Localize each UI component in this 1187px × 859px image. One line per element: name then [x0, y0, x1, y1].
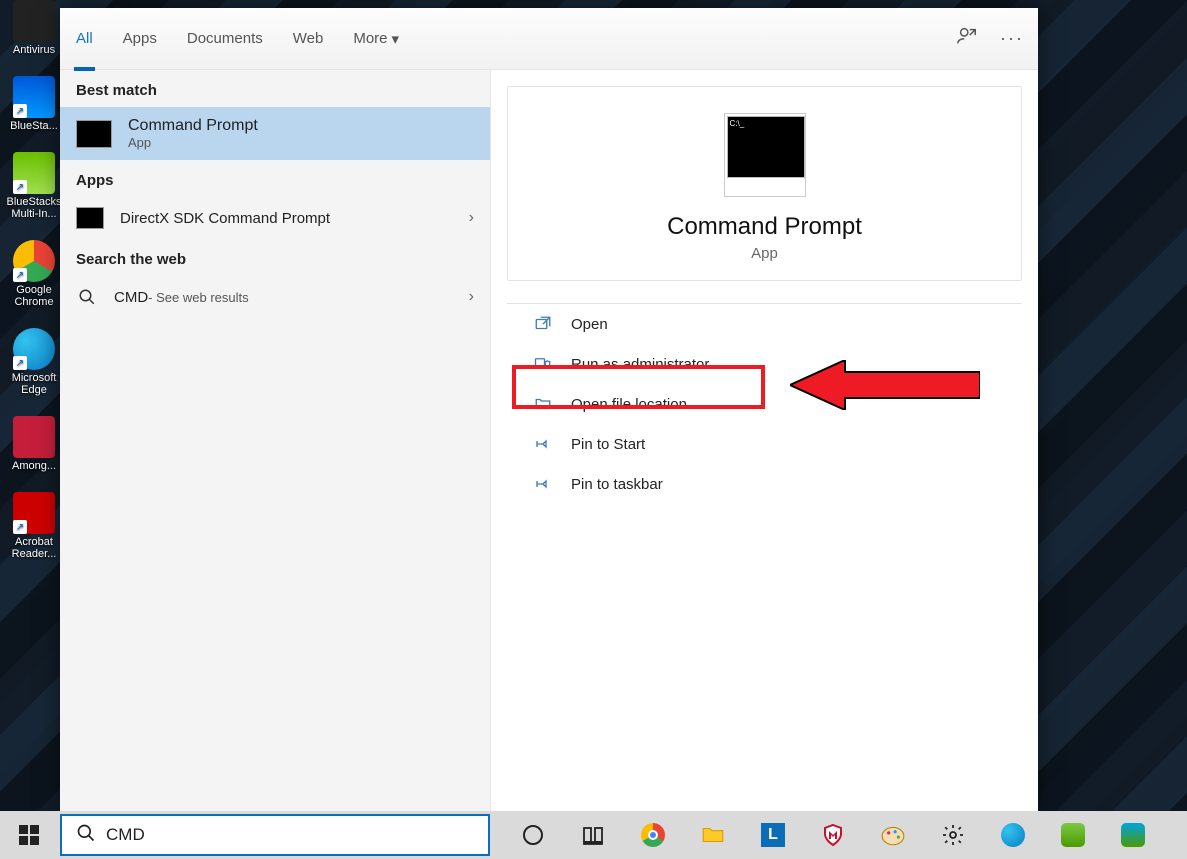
edge-icon[interactable] — [998, 820, 1028, 850]
search-icon — [76, 823, 96, 848]
details-actions: Open Run as administrator Open file loca… — [507, 303, 1022, 504]
action-pin-to-taskbar[interactable]: Pin to taskbar — [507, 464, 1022, 504]
tab-web[interactable]: Web — [291, 8, 326, 70]
search-web-header: Search the web — [60, 239, 490, 276]
desktop-icon-column: Antivirus ↗ BlueSta... ↗ BlueStacks Mult… — [8, 0, 60, 580]
desktop-icon-label: BlueSta... — [10, 120, 58, 132]
pin-icon — [533, 434, 553, 454]
shield-icon — [533, 354, 553, 374]
desktop-icon-bluestacks[interactable]: ↗ BlueSta... — [8, 76, 60, 132]
result-title: DirectX SDK Command Prompt — [120, 210, 330, 227]
desktop-icon-label: BlueStacks Multi-In... — [6, 196, 61, 220]
action-label: Pin to taskbar — [571, 476, 663, 493]
windows-logo-icon — [19, 825, 39, 845]
desktop-icon-amongus[interactable]: Among... — [8, 416, 60, 472]
result-subtitle: App — [128, 135, 258, 150]
desktop-icon-acrobat[interactable]: ↗ Acrobat Reader... — [8, 492, 60, 560]
tab-documents[interactable]: Documents — [185, 8, 265, 70]
cmd-thumb-icon — [76, 207, 104, 229]
search-tabs: All Apps Documents Web More ▾ ··· — [60, 8, 1038, 70]
folder-icon — [533, 394, 553, 414]
mcafee-icon[interactable] — [818, 820, 848, 850]
file-explorer-icon[interactable] — [698, 820, 728, 850]
apps-header: Apps — [60, 160, 490, 197]
search-results-list: Best match Command Prompt App Apps Direc… — [60, 70, 490, 811]
search-input[interactable] — [106, 825, 474, 845]
tab-all[interactable]: All — [74, 8, 95, 70]
chevron-right-icon: › — [469, 288, 474, 306]
details-card: C:\_ Command Prompt App — [507, 86, 1022, 281]
best-match-header: Best match — [60, 70, 490, 107]
chevron-right-icon: › — [469, 209, 474, 227]
bluestacks-x-icon[interactable] — [1118, 820, 1148, 850]
action-open[interactable]: Open — [507, 304, 1022, 344]
desktop-icon-bluestacks-multi[interactable]: ↗ BlueStacks Multi-In... — [8, 152, 60, 220]
action-open-file-location[interactable]: Open file location — [507, 384, 1022, 424]
desktop-icon-edge[interactable]: ↗ Microsoft Edge — [8, 328, 60, 396]
task-view-icon[interactable] — [578, 820, 608, 850]
action-label: Open file location — [571, 396, 687, 413]
chrome-icon[interactable] — [638, 820, 668, 850]
result-directx-sdk-cmd[interactable]: DirectX SDK Command Prompt › — [60, 197, 490, 239]
desktop-icon-label: Acrobat Reader... — [8, 536, 60, 560]
desktop-icon-label: Antivirus — [13, 44, 55, 56]
search-icon — [76, 286, 98, 308]
result-title: Command Prompt — [128, 117, 258, 135]
action-label: Pin to Start — [571, 436, 645, 453]
action-run-as-admin[interactable]: Run as administrator — [507, 344, 1022, 384]
details-subtitle: App — [508, 245, 1021, 262]
cmd-large-icon: C:\_ — [727, 116, 805, 178]
settings-icon[interactable] — [938, 820, 968, 850]
result-title: CMD — [114, 289, 148, 306]
feedback-icon[interactable] — [956, 25, 978, 52]
taskbar: L — [0, 811, 1187, 859]
cortana-icon[interactable] — [518, 820, 548, 850]
action-pin-to-start[interactable]: Pin to Start — [507, 424, 1022, 464]
taskbar-search-box[interactable] — [60, 814, 490, 856]
taskbar-pinned-apps: L — [518, 820, 1148, 850]
desktop-icon-antivirus[interactable]: Antivirus — [8, 0, 60, 56]
bluestacks-icon[interactable] — [1058, 820, 1088, 850]
more-options-icon[interactable]: ··· — [1000, 28, 1024, 49]
tab-more[interactable]: More ▾ — [351, 8, 401, 70]
open-icon — [533, 314, 553, 334]
desktop-icon-chrome[interactable]: ↗ Google Chrome — [8, 240, 60, 308]
desktop-icon-label: Among... — [12, 460, 56, 472]
action-label: Open — [571, 316, 608, 333]
tab-apps[interactable]: Apps — [121, 8, 159, 70]
desktop-icon-label: Microsoft Edge — [8, 372, 60, 396]
pin-icon — [533, 474, 553, 494]
details-title: Command Prompt — [508, 213, 1021, 241]
result-subtitle: - See web results — [148, 290, 248, 305]
result-command-prompt[interactable]: Command Prompt App — [60, 107, 490, 160]
cmd-thumb-icon — [76, 120, 112, 148]
desktop-icon-label: Google Chrome — [8, 284, 60, 308]
search-details-pane: C:\_ Command Prompt App Open Run as admi… — [490, 70, 1038, 811]
action-label: Run as administrator — [571, 356, 709, 373]
start-button[interactable] — [0, 811, 58, 859]
paint-icon[interactable] — [878, 820, 908, 850]
app-l-icon[interactable]: L — [758, 820, 788, 850]
result-web-cmd[interactable]: CMD - See web results › — [60, 276, 490, 318]
start-search-panel: All Apps Documents Web More ▾ ··· Best m… — [60, 8, 1038, 811]
chevron-down-icon: ▾ — [392, 30, 400, 48]
